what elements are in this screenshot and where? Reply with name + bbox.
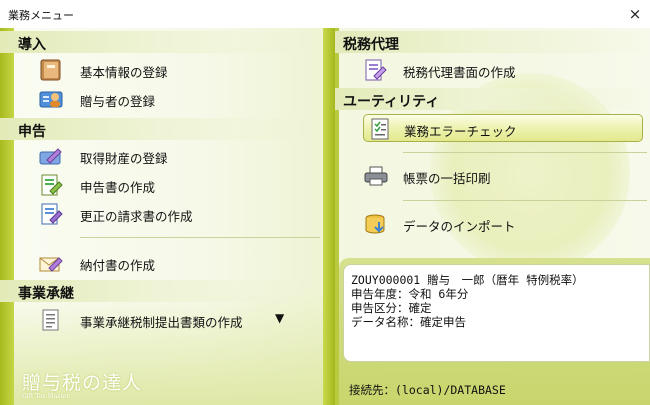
connection-status: 接続先：(local)/DATABASE <box>349 383 506 397</box>
section-title: 事業承継 <box>18 286 74 302</box>
menu-divider <box>80 237 320 238</box>
section-title: 申告 <box>18 124 46 140</box>
menu-item-label: 事業承継税制提出書類の作成 <box>80 315 243 330</box>
menu-item-label: 帳票の一括印刷 <box>403 171 491 186</box>
case-info-line: ZOUY000001 贈与 一郎（暦年 特例税率） <box>351 273 584 287</box>
menu-item-donor[interactable]: 贈与者の登録 <box>30 85 320 113</box>
section-business-succession: 事業承継 <box>0 280 323 302</box>
section-title: 導入 <box>18 37 46 53</box>
logo-text: 贈与税の達人 <box>22 372 143 394</box>
dropdown-arrow-icon[interactable]: ▼ <box>275 311 284 325</box>
menu-item-data-import[interactable]: データのインポート <box>363 210 643 238</box>
section-introduction: 導入 <box>0 31 323 53</box>
menu-item-label: 申告書の作成 <box>80 180 156 195</box>
menu-item-tax-agency-document[interactable]: 税務代理書面の作成 <box>363 56 643 84</box>
section-title: ユーティリティ <box>343 94 440 110</box>
menu-divider <box>403 152 647 153</box>
menu-item-create-return[interactable]: 申告書の作成 <box>30 171 320 199</box>
menu-item-label: 取得財産の登録 <box>80 151 168 166</box>
client-area: 導入 基本情報の登録 贈与者の登録 申告 取得財産の登録 申告書の作成 更正の請… <box>0 28 650 405</box>
main-window: 業務メニュー × 導入 基本情報の登録 贈与者の登録 申告 取得財産の登録 申告… <box>0 0 650 405</box>
menu-divider <box>403 200 647 201</box>
logo-subtext: Gift Tax Master <box>22 393 70 400</box>
document-pencil-icon <box>41 174 63 196</box>
menu-item-label: 税務代理書面の作成 <box>403 65 516 80</box>
checklist-icon <box>371 118 389 140</box>
menu-item-batch-print[interactable]: 帳票の一括印刷 <box>363 162 643 190</box>
title-bar: 業務メニュー × <box>0 0 650 28</box>
menu-item-label: 更正の請求書の作成 <box>80 209 193 224</box>
filing-year-line: 申告年度：令和 6年分 <box>351 287 469 301</box>
document-list-icon <box>42 309 59 331</box>
menu-item-error-check[interactable]: 業務エラーチェック <box>363 114 643 142</box>
window-title: 業務メニュー <box>8 9 74 22</box>
envelope-pencil-icon <box>39 257 63 272</box>
pencil-register-icon <box>39 148 62 165</box>
menu-item-correction-request[interactable]: 更正の請求書の作成 <box>30 200 320 228</box>
book-icon <box>40 59 61 81</box>
document-purple-pencil-icon <box>365 59 387 81</box>
section-utility: ユーティリティ <box>335 88 650 110</box>
left-accent-strip <box>0 28 14 405</box>
menu-item-label: 納付書の作成 <box>80 258 156 273</box>
menu-item-payment-slip[interactable]: 納付書の作成 <box>30 249 320 277</box>
printer-icon <box>364 166 388 186</box>
database-import-icon <box>365 214 385 234</box>
filing-type-line: 申告区分：確定 <box>351 301 432 315</box>
menu-item-succession-documents[interactable]: 事業承継税制提出書類の作成 ▼ <box>30 306 295 334</box>
document-pencil-blue-icon <box>41 203 63 225</box>
menu-item-label: 基本情報の登録 <box>80 65 168 80</box>
data-name-line: データ名称：確定申告 <box>351 315 466 329</box>
section-title: 税務代理 <box>343 37 399 53</box>
right-menu-panel: 税務代理 税務代理書面の作成 ユーティリティ 業務エラーチェック 帳票の一括印刷… <box>335 28 650 405</box>
case-info-box: ZOUY000001 贈与 一郎（暦年 特例税率） 申告年度：令和 6年分 申告… <box>343 264 650 362</box>
menu-item-label: 業務エラーチェック <box>404 124 517 139</box>
person-card-icon <box>39 91 63 108</box>
menu-item-label: データのインポート <box>403 219 516 234</box>
menu-item-basic-info[interactable]: 基本情報の登録 <box>30 56 320 84</box>
left-menu-panel: 導入 基本情報の登録 贈与者の登録 申告 取得財産の登録 申告書の作成 更正の請… <box>0 28 335 405</box>
product-logo: 贈与税の達人 Gift Tax Master <box>22 368 142 400</box>
close-button[interactable]: × <box>620 0 650 28</box>
menu-item-label: 贈与者の登録 <box>80 94 156 109</box>
menu-item-acquired-assets[interactable]: 取得財産の登録 <box>30 142 320 170</box>
section-filing: 申告 <box>0 118 323 140</box>
panel-separator-strip <box>323 28 335 405</box>
section-tax-agency: 税務代理 <box>335 31 650 53</box>
